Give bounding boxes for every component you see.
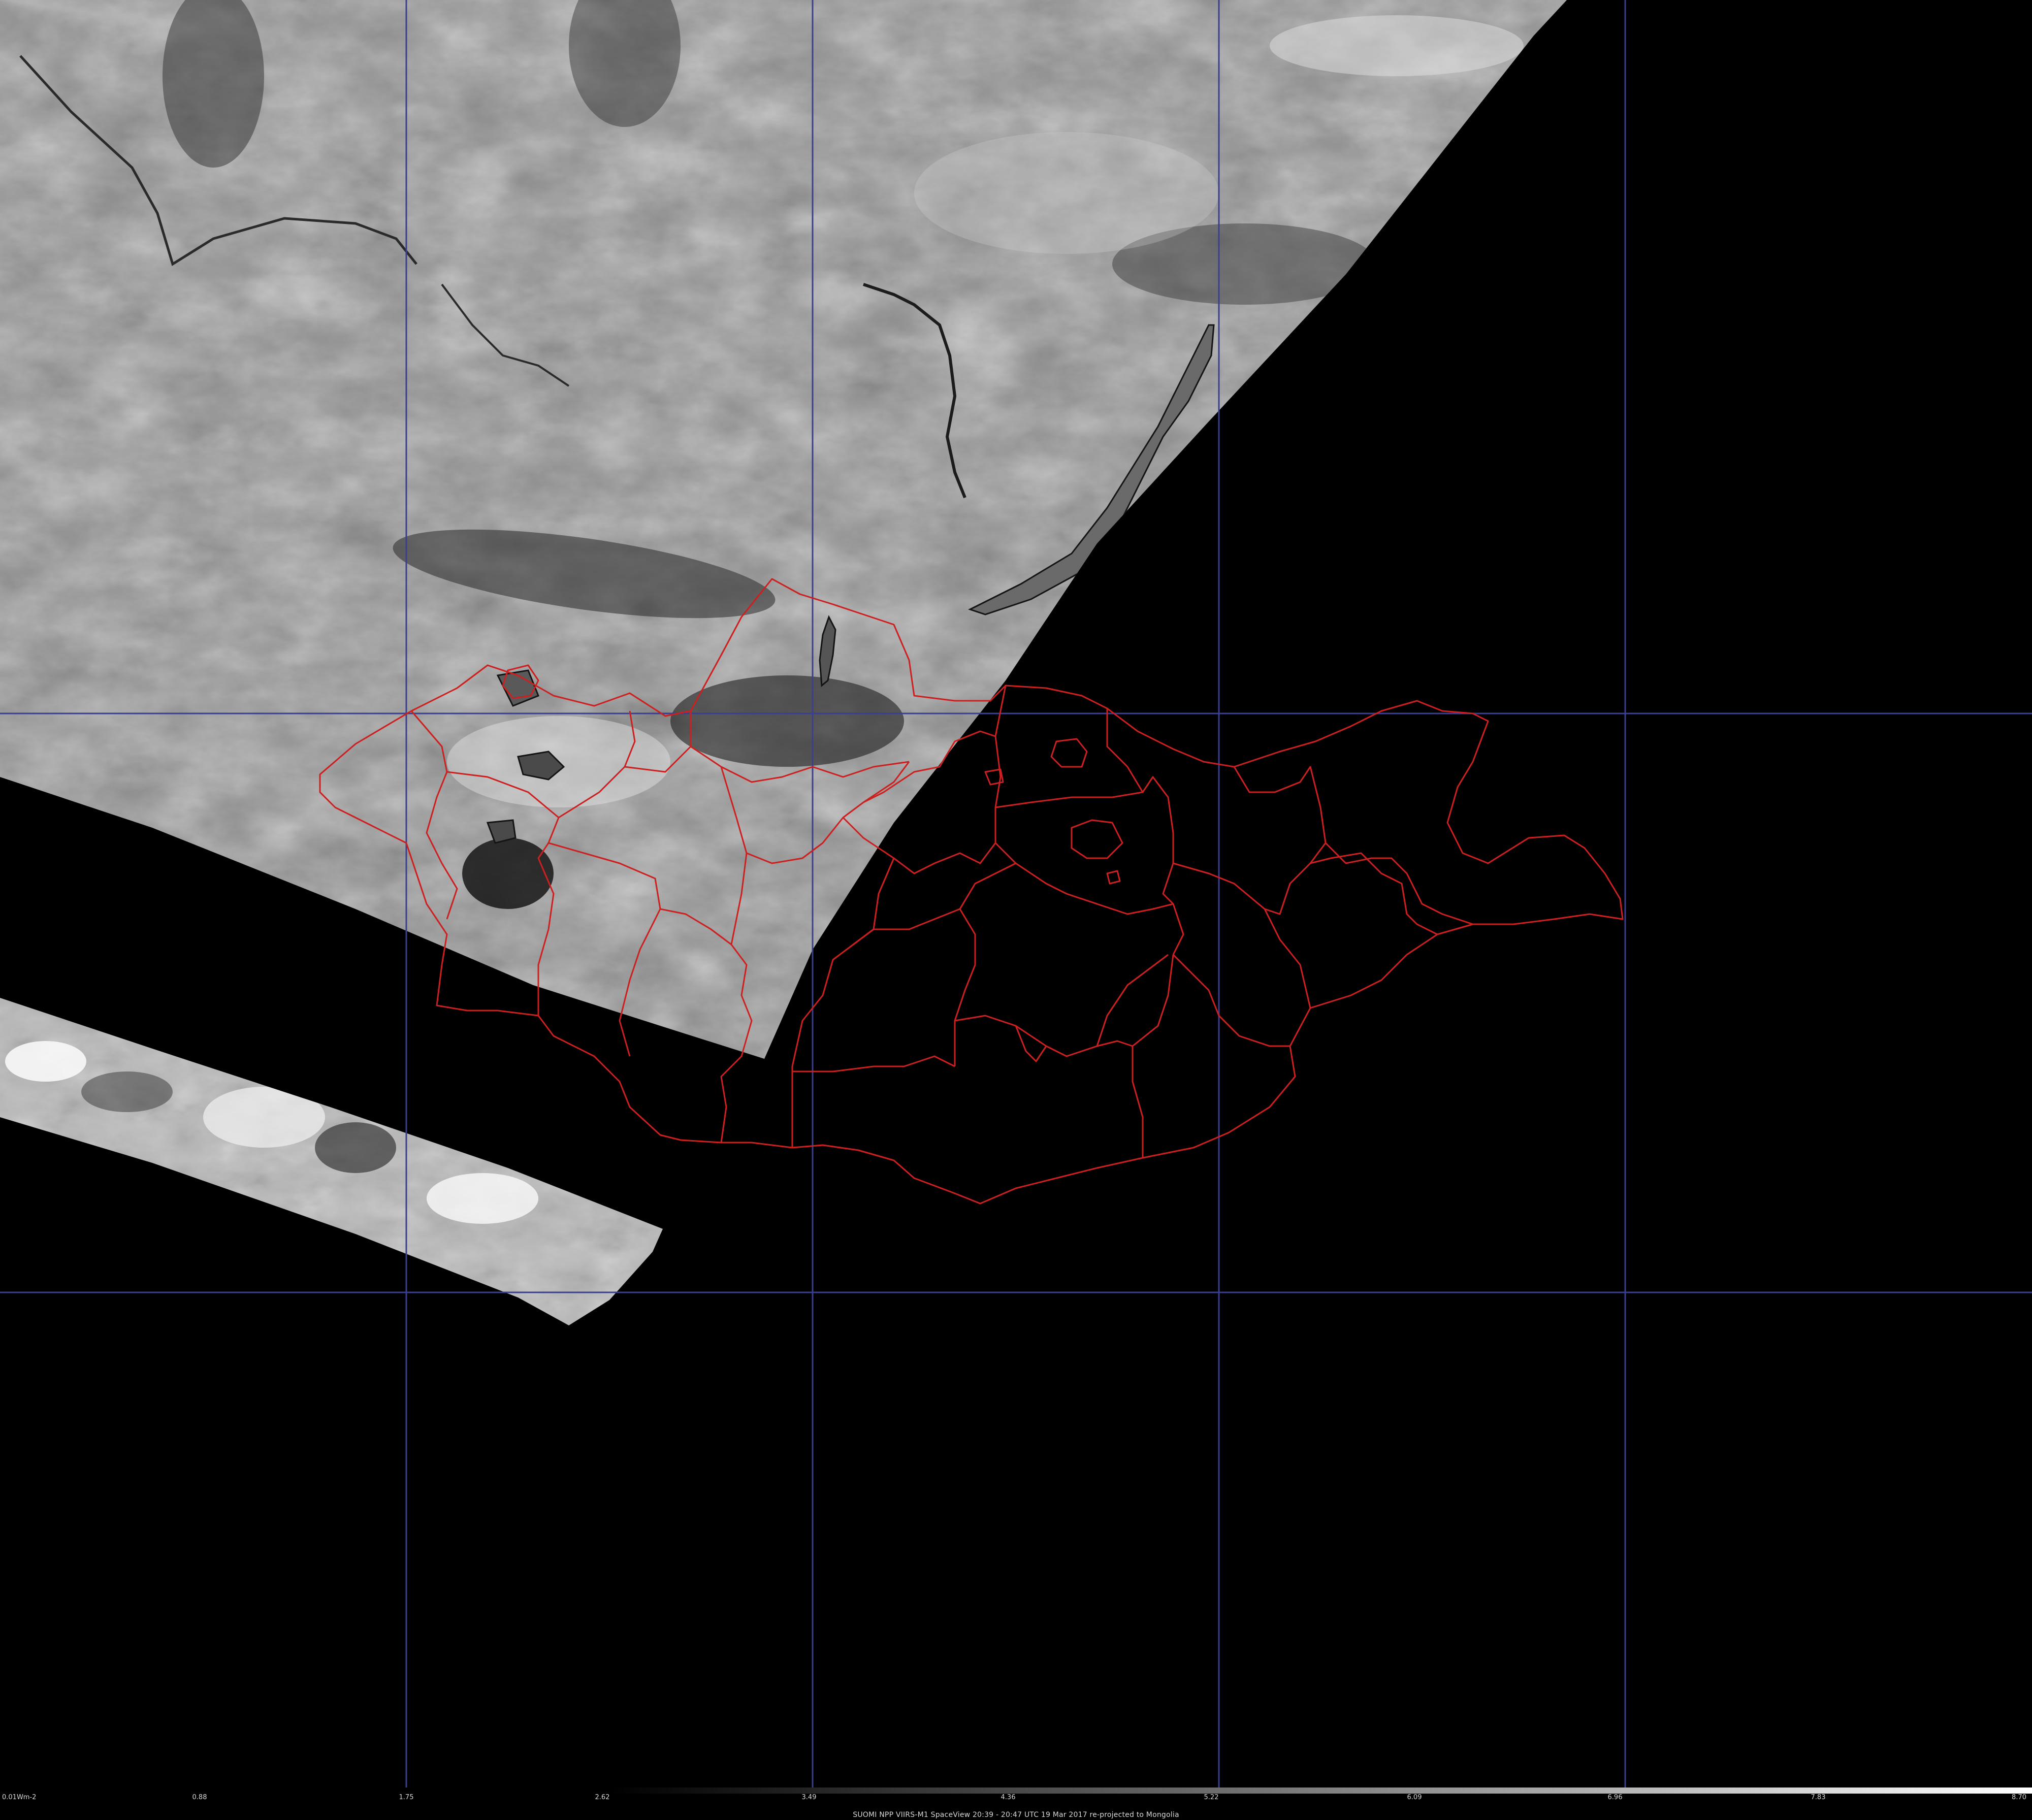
map-caption: SUOMI NPP VIIRS-M1 SpaceView 20:39 - 20:…	[853, 1811, 1179, 1819]
legend-tick: 7.83	[1811, 1794, 1826, 1801]
legend-tick: 8.70	[2012, 1794, 2026, 1801]
legend-tick: 1.75	[399, 1794, 414, 1801]
legend-tick: 2.62	[595, 1794, 610, 1801]
legend-tick: 4.36	[1001, 1794, 1016, 1801]
legend-tick: 6.09	[1407, 1794, 1422, 1801]
legend-tick: 6.96	[1607, 1794, 1623, 1801]
legend: 0.01Wm-2 0.88 1.75 2.62 3.49 4.36 5.22 6…	[0, 1790, 2032, 1820]
legend-tick: 5.22	[1204, 1794, 1219, 1801]
legend-tick: 3.49	[801, 1794, 817, 1801]
legend-tick: 0.88	[192, 1794, 207, 1801]
legend-tick: 0.01Wm-2	[2, 1794, 37, 1801]
satellite-map	[0, 0, 2032, 1820]
